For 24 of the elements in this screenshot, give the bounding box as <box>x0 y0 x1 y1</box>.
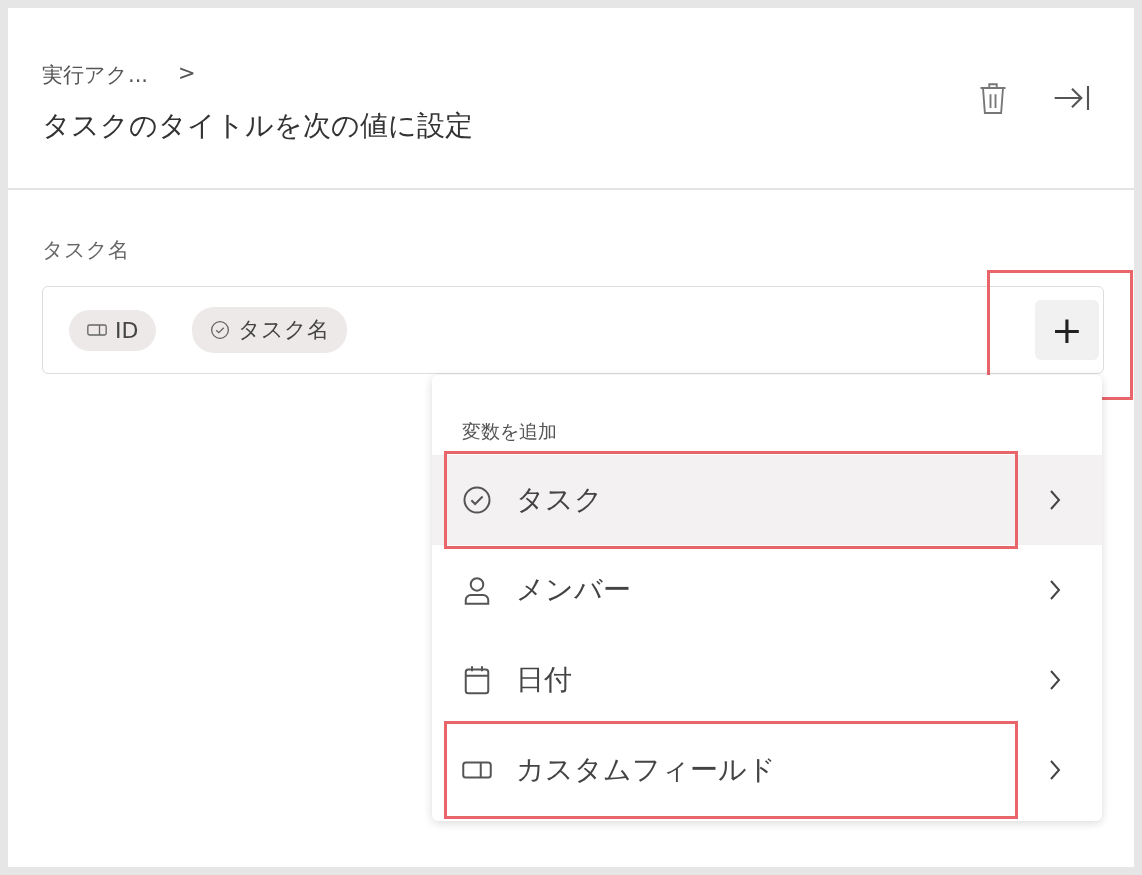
menu-item[interactable]: 日付 <box>432 635 1102 725</box>
chevron-right-icon <box>1048 488 1062 512</box>
trash-icon[interactable] <box>978 80 1008 116</box>
breadcrumb-separator: > <box>178 61 196 87</box>
check-circle-icon <box>462 485 492 515</box>
tag-icon <box>87 324 107 336</box>
menu-header: 変数を追加 <box>461 419 558 444</box>
calendar-icon <box>462 665 492 695</box>
variable-chip[interactable]: タスク名 <box>192 307 348 353</box>
person-icon <box>462 575 492 605</box>
chevron-right-icon <box>1048 668 1062 692</box>
variable-chip[interactable]: ID <box>69 309 157 351</box>
check-circle-icon <box>210 320 231 340</box>
chevron-right-icon <box>1048 578 1062 602</box>
collapse-panel-icon[interactable] <box>1052 83 1092 113</box>
menu-item[interactable]: メンバー <box>432 545 1102 635</box>
tag-icon <box>462 761 492 779</box>
task-name-field[interactable]: ID タスク名 + <box>42 286 1104 374</box>
chevron-right-icon <box>1048 758 1062 782</box>
menu-item[interactable]: カスタムフィールド <box>432 725 1102 815</box>
breadcrumb-link[interactable]: 実行アク... <box>42 61 149 89</box>
field-label: タスク名 <box>42 237 130 264</box>
panel-title: タスクのタイトルを次の値に設定 <box>42 108 473 144</box>
add-variable-button[interactable]: + <box>1035 300 1099 360</box>
